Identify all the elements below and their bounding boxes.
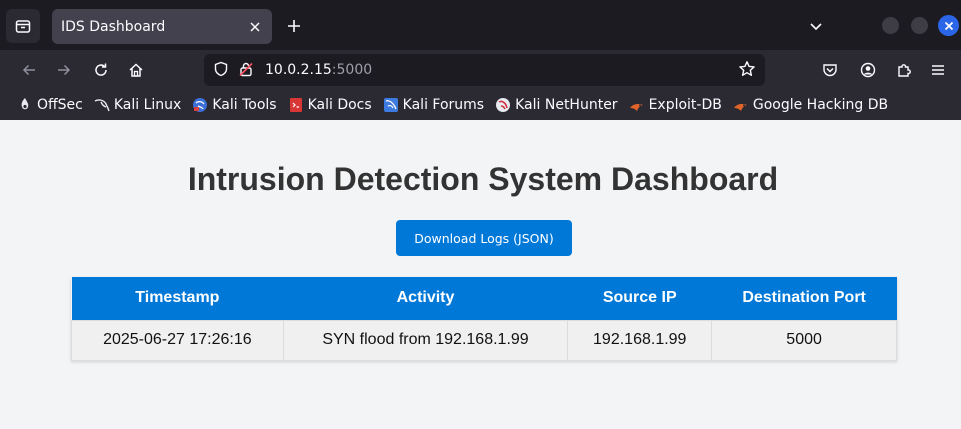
tab-list-icon [15,20,31,33]
extensions-button[interactable] [890,56,918,84]
column-header-activity: Activity [283,277,568,320]
bookmark-label: Kali Tools [212,97,277,113]
bookmark-star-button[interactable] [738,60,756,82]
kali-docs-icon [288,97,304,113]
tab-ids-dashboard[interactable]: IDS Dashboard [52,9,272,44]
chevron-down-icon [810,23,822,31]
close-icon [944,21,953,30]
puzzle-icon [898,64,911,77]
account-button[interactable] [854,56,882,84]
table-header-row: Timestamp Activity Source IP Destination… [71,277,897,320]
table-row: 2025-06-27 17:26:16 SYN flood from 192.1… [71,319,897,361]
url-port: :5000 [331,62,373,78]
bookmark-label: Kali Docs [307,97,372,113]
kali-tools-icon [192,97,208,113]
home-icon [129,63,143,77]
bookmark-kali-docs[interactable]: Kali Docs [288,97,372,113]
logs-table: Timestamp Activity Source IP Destination… [71,277,897,361]
tab-list-button[interactable] [6,9,40,43]
bookmark-label: Kali Linux [113,97,182,113]
maximize-button[interactable] [911,17,928,34]
bookmark-label: OffSec [37,97,83,113]
page-title: Intrusion Detection System Dashboard [187,161,779,197]
exploit-db-icon [629,97,645,113]
forward-button[interactable] [50,56,78,84]
reload-icon [95,63,107,76]
new-tab-button[interactable] [280,12,308,40]
bookmark-offsec[interactable]: OffSec [17,97,83,113]
url-text[interactable]: 10.0.2.15:5000 [265,62,372,78]
nethunter-icon [495,97,511,113]
reload-button[interactable] [87,56,115,84]
close-icon [250,21,260,32]
bookmark-kali-tools[interactable]: Kali Tools [192,97,277,113]
bookmark-label: Kali NetHunter [515,97,618,113]
navigation-bar: 10.0.2.15:5000 [0,50,961,90]
arrow-left-icon [22,64,35,76]
bookmark-kali-forums[interactable]: Kali Forums [383,97,484,113]
list-all-tabs-button[interactable] [802,12,830,40]
insecure-lock-icon[interactable] [238,61,254,81]
url-host: 10.0.2.15 [265,62,332,78]
cell-timestamp: 2025-06-27 17:26:16 [71,319,284,361]
download-logs-button[interactable]: Download Logs (JSON) [396,220,572,256]
cell-source-ip: 192.168.1.99 [567,319,713,361]
cell-destination-port: 5000 [711,319,897,361]
column-header-timestamp: Timestamp [71,277,284,320]
column-header-destination-port: Destination Port [711,277,897,320]
kali-dragon-icon [94,97,110,113]
bookmark-google-hacking-db[interactable]: Google Hacking DB [733,97,888,113]
bookmark-exploit-db[interactable]: Exploit-DB [629,97,722,113]
offsec-icon [17,97,33,113]
tab-title: IDS Dashboard [61,18,166,35]
page-content: Intrusion Detection System Dashboard Dow… [0,120,961,429]
ghdb-icon [733,97,749,113]
arrow-right-icon [58,64,71,76]
cell-activity: SYN flood from 192.168.1.99 [282,319,569,361]
home-button[interactable] [122,56,150,84]
pocket-button[interactable] [816,56,844,84]
bookmark-label: Kali Forums [402,97,485,113]
star-icon [739,61,755,76]
back-button[interactable] [15,56,43,84]
window-close-button[interactable] [938,15,959,36]
bookmark-label: Google Hacking DB [752,97,889,113]
bookmark-label: Exploit-DB [648,97,722,113]
minimize-button[interactable] [882,17,899,34]
bookmarks-toolbar: OffSec Kali Linux Kali Tools Kali Docs K… [0,90,961,120]
hamburger-menu-icon [932,65,944,75]
app-menu-button[interactable] [924,56,952,84]
kali-forums-icon [383,97,399,113]
close-tab-button[interactable] [242,14,268,40]
bookmark-kali-linux[interactable]: Kali Linux [94,97,181,113]
column-header-source-ip: Source IP [567,277,712,320]
shield-icon[interactable] [213,61,229,81]
address-bar[interactable]: 10.0.2.15:5000 [204,54,765,86]
account-icon [860,62,876,78]
pocket-icon [823,64,837,77]
plus-icon [288,20,300,32]
tab-bar: IDS Dashboard [0,0,961,50]
bookmark-kali-nethunter[interactable]: Kali NetHunter [495,97,618,113]
